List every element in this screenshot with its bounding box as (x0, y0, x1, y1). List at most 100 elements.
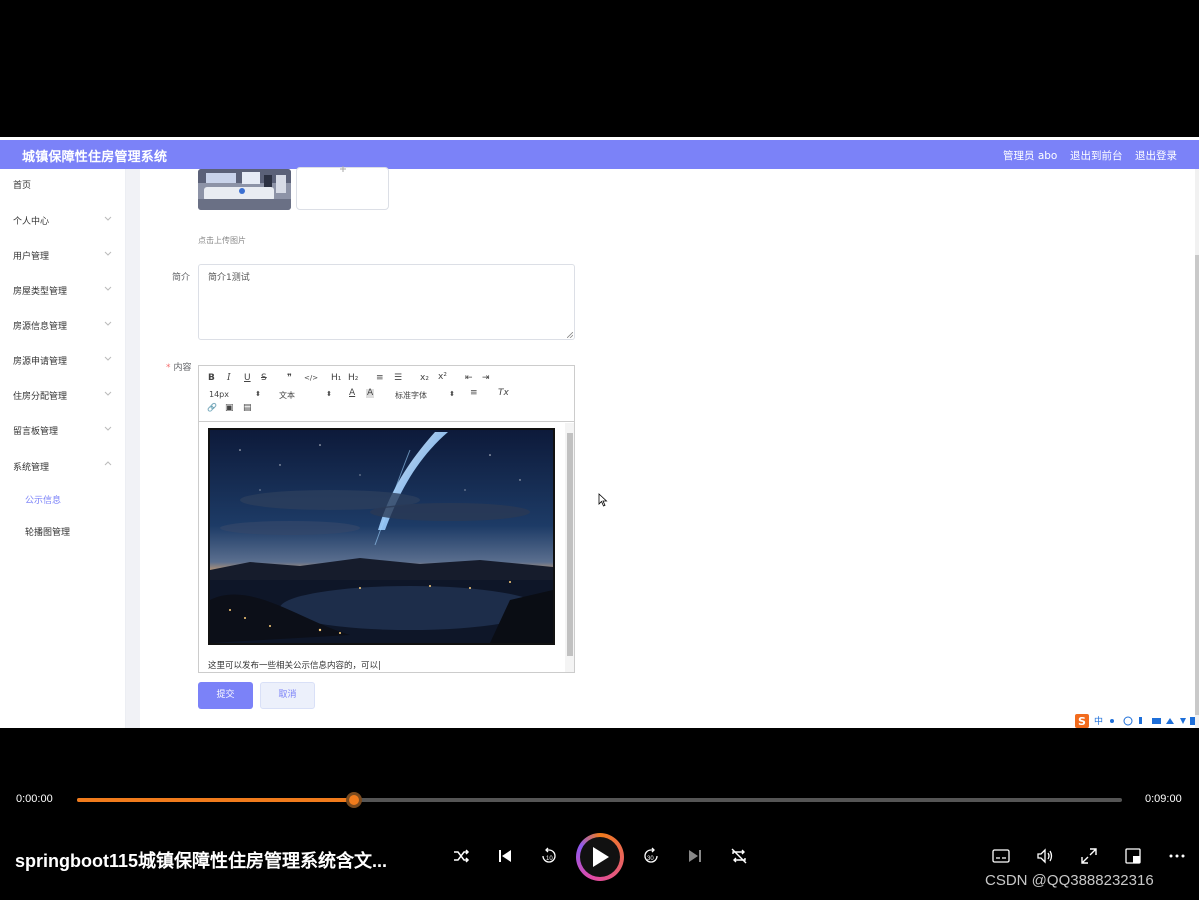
indent-button[interactable]: ⇥ (482, 374, 490, 383)
chevron-down-icon (104, 356, 112, 361)
image-upload-slot[interactable] (296, 166, 389, 210)
heading1-button[interactable]: H₁ (331, 374, 341, 383)
font-family-value: 标准字体 (395, 391, 427, 400)
repeat-off-icon[interactable] (729, 846, 749, 866)
font-size-select[interactable]: 14px ⬍ (209, 390, 261, 399)
chevron-up-icon (104, 461, 112, 466)
image-button[interactable]: ▣ (225, 404, 234, 413)
content-label: * 内容 (166, 360, 192, 373)
progress-bar[interactable] (77, 792, 1122, 808)
sidebar-item-house-types[interactable]: 房屋类型管理 (0, 275, 126, 305)
mini-player-icon[interactable] (1123, 846, 1143, 866)
fullscreen-icon[interactable] (1079, 846, 1099, 866)
code-block-button[interactable]: </> (304, 375, 318, 382)
app-header: 城镇保障性住房管理系统 管理员 abo 退出到前台 退出登录 (0, 140, 1199, 169)
shuffle-icon[interactable] (451, 846, 471, 866)
exit-to-frontend-link[interactable]: 退出到前台 (1070, 148, 1123, 163)
admin-user-label[interactable]: 管理员 abo (1003, 148, 1057, 163)
sidebar-item-label: 首页 (13, 181, 32, 191)
plus-icon (340, 166, 346, 172)
progress-fill (77, 798, 354, 802)
more-options-icon[interactable] (1167, 846, 1187, 866)
font-family-select[interactable]: 标准字体 ⬍ (395, 390, 455, 401)
layout-gutter (126, 169, 140, 728)
total-time: 0:09:00 (1145, 793, 1182, 805)
video-title: springboot115城镇保障性住房管理系统含文... (15, 851, 388, 871)
subtitles-icon[interactable] (991, 846, 1011, 866)
quote-button[interactable]: ❞ (287, 374, 292, 383)
main-content: 点击上传图片 简介 简介1测试 * 内容 B I U S ❞ </> H₁ H₂ … (140, 166, 1195, 728)
sidebar-item-applications[interactable]: 房源申请管理 (0, 345, 126, 375)
uploaded-image-thumbnail[interactable] (198, 169, 291, 210)
progress-knob[interactable] (345, 792, 362, 808)
resize-handle-icon[interactable] (567, 332, 573, 338)
mouse-cursor-icon (598, 493, 608, 507)
italic-button[interactable]: I (227, 374, 231, 383)
font-size-value: 14px (209, 390, 229, 399)
ime-mode-label: 中 (1094, 717, 1104, 727)
subscript-button[interactable]: x₂ (420, 374, 429, 383)
editor-content[interactable]: 这里可以发布一些相关公示信息内容的，可以| (199, 423, 565, 672)
heading2-button[interactable]: H₂ (348, 374, 358, 383)
outdent-button[interactable]: ⇤ (465, 374, 473, 383)
editor-toolbar: B I U S ❞ </> H₁ H₂ ≡ ☰ x₂ x² ⇤ ⇥ 14px ⬍… (199, 366, 574, 422)
align-button[interactable]: ≡ (470, 389, 478, 398)
upload-hint: 点击上传图片 (198, 236, 246, 245)
rewind-10-icon[interactable]: 10 (539, 846, 559, 866)
sidebar-item-listings[interactable]: 房源信息管理 (0, 310, 126, 340)
page-scrollbar[interactable] (1195, 169, 1199, 728)
select-arrows-icon: ⬍ (255, 390, 261, 398)
chevron-down-icon (104, 286, 112, 291)
forward-30-icon[interactable]: 30 (641, 846, 661, 866)
sidebar-item-users[interactable]: 用户管理 (0, 240, 126, 270)
intro-textarea[interactable]: 简介1测试 (198, 264, 575, 340)
play-button[interactable] (576, 833, 624, 881)
sidebar-item-profile[interactable]: 个人中心 (0, 205, 126, 235)
sidebar-item-system[interactable]: 系统管理 (0, 451, 126, 481)
page-scrollbar-thumb[interactable] (1195, 255, 1199, 715)
submit-button[interactable]: 提交 (198, 682, 253, 709)
bold-button[interactable]: B (208, 374, 215, 383)
sidebar-subitem-label: 公示信息 (25, 496, 62, 506)
sidebar-item-allocation[interactable]: 住房分配管理 (0, 380, 126, 410)
play-icon (593, 847, 609, 867)
sidebar-item-messages[interactable]: 留言板管理 (0, 415, 126, 445)
sidebar-item-home[interactable]: 首页 (0, 169, 126, 199)
chevron-down-icon (104, 321, 112, 326)
previous-track-icon[interactable] (495, 846, 515, 866)
editor-embedded-image[interactable] (208, 428, 555, 645)
chevron-down-icon (104, 391, 112, 396)
sidebar-subitem-notices[interactable]: 公示信息 (0, 486, 126, 512)
ordered-list-button[interactable]: ≡ (376, 374, 384, 383)
underline-button[interactable]: U (244, 374, 251, 383)
bullet-list-button[interactable]: ☰ (394, 374, 402, 383)
sidebar-subitem-carousel[interactable]: 轮播图管理 (0, 518, 126, 544)
rich-text-editor[interactable]: B I U S ❞ </> H₁ H₂ ≡ ☰ x₂ x² ⇤ ⇥ 14px ⬍… (198, 365, 575, 673)
clear-format-button[interactable]: Tx (498, 389, 509, 398)
forward-label: 30 (647, 856, 654, 862)
sidebar-item-label: 房源信息管理 (13, 322, 68, 332)
editor-scrollbar[interactable] (565, 423, 574, 672)
sidebar-item-label: 用户管理 (13, 252, 50, 262)
chevron-down-icon (104, 216, 112, 221)
current-time: 0:00:00 (16, 793, 53, 805)
cancel-button[interactable]: 取消 (260, 682, 315, 709)
night-sky-image (210, 430, 553, 643)
strike-button[interactable]: S (261, 374, 267, 383)
background-color-button[interactable]: A (366, 389, 375, 398)
ime-toolbar[interactable]: S 中 (1075, 714, 1199, 728)
volume-icon[interactable] (1035, 846, 1055, 866)
editor-scrollbar-thumb[interactable] (567, 433, 573, 656)
format-select[interactable]: 文本 ⬍ (279, 390, 332, 401)
next-track-icon[interactable] (685, 846, 705, 866)
font-color-button[interactable]: A (349, 389, 355, 398)
select-arrows-icon: ⬍ (449, 390, 455, 398)
ime-tool-icons (1110, 716, 1195, 726)
link-button[interactable]: 🔗 (207, 404, 217, 412)
sidebar: 首页 个人中心 用户管理 房屋类型管理 房源信息管理 房源申请管理 住房分配管理… (0, 169, 126, 728)
video-player-controls: 0:00:00 0:09:00 springboot115城镇保障性住房管理系统… (0, 783, 1199, 900)
video-button[interactable]: ▤ (243, 404, 252, 413)
screen: 城镇保障性住房管理系统 管理员 abo 退出到前台 退出登录 首页 个人中心 用… (0, 0, 1199, 900)
superscript-button[interactable]: x² (438, 373, 447, 382)
logout-link[interactable]: 退出登录 (1135, 148, 1177, 163)
